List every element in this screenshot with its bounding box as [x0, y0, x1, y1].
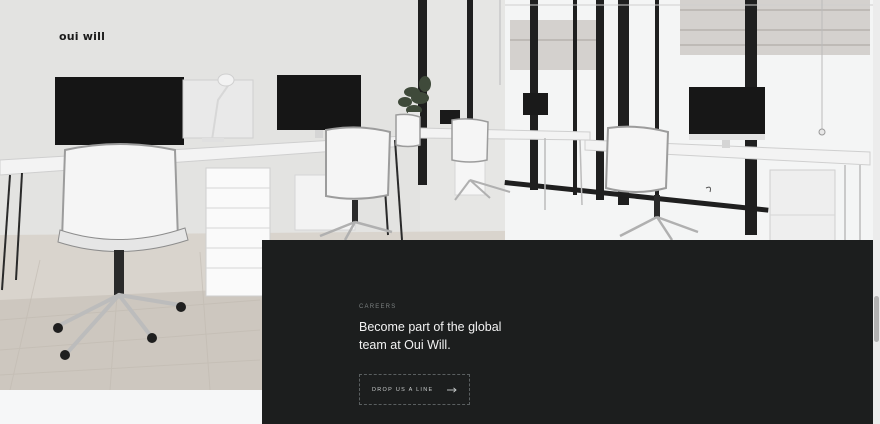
arrow-right-icon [447, 386, 457, 393]
brand-logo[interactable]: oui will [59, 30, 105, 43]
drop-us-a-line-button[interactable]: Drop us a line [359, 374, 470, 405]
careers-panel: Careers Become part of the global team a… [262, 240, 873, 424]
page-scrollbar[interactable] [873, 0, 880, 424]
scrollbar-thumb[interactable] [874, 296, 879, 342]
section-eyebrow: Careers [359, 304, 397, 310]
careers-headline: Become part of the global team at Oui Wi… [359, 320, 502, 352]
cta-label: Drop us a line [372, 386, 434, 393]
